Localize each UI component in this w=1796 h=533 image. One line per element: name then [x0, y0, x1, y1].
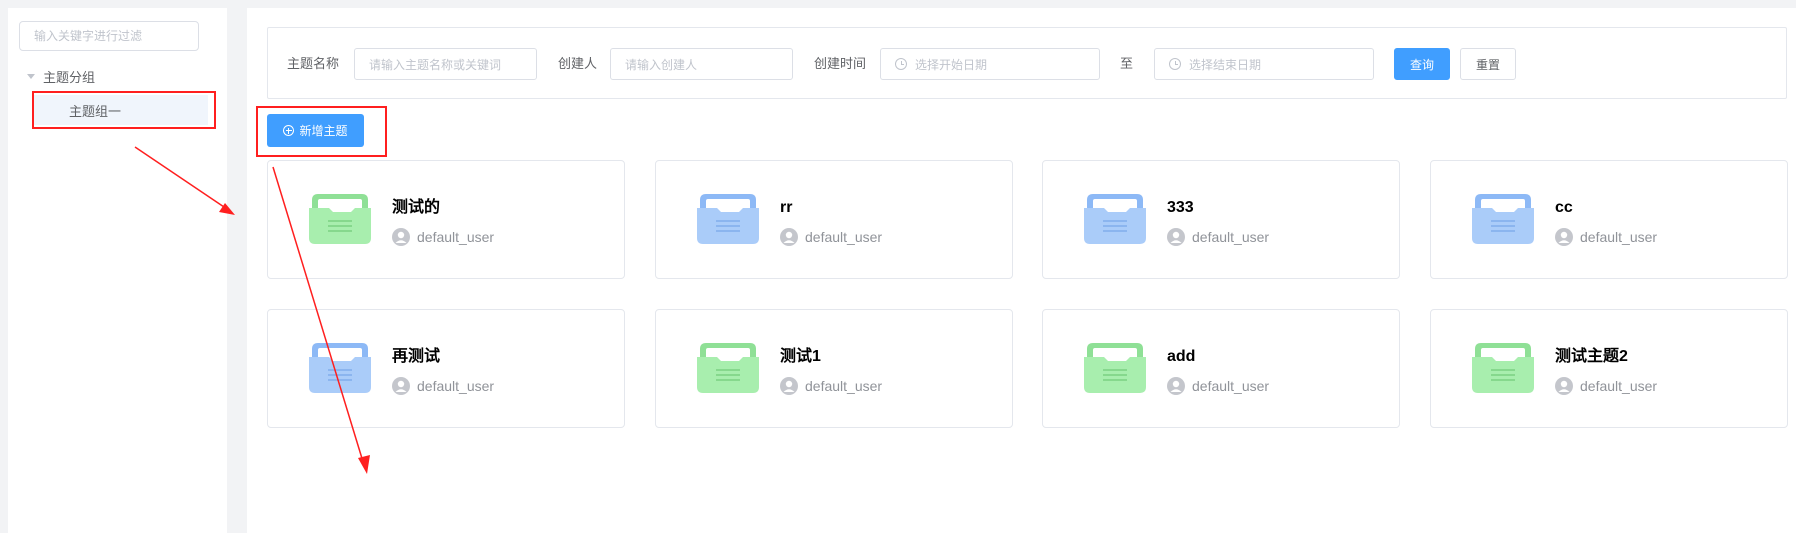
- topic-card-title: 再测试: [392, 348, 441, 365]
- folder-icon: [1084, 343, 1146, 393]
- topic-card[interactable]: 测试1 default_user: [655, 309, 1013, 428]
- tree-node-root[interactable]: 主题分组: [27, 68, 96, 85]
- creator-label: 创建人: [558, 56, 598, 71]
- topic-card-title: 测试的: [392, 199, 441, 216]
- folder-icon: [309, 194, 371, 244]
- topic-card[interactable]: 再测试 default_user: [267, 309, 625, 428]
- topic-card[interactable]: 测试主题2 default_user: [1430, 309, 1788, 428]
- query-button[interactable]: 查询: [1394, 48, 1450, 80]
- topic-card-creator-name: default_user: [1580, 378, 1658, 394]
- topic-card-creator-name: default_user: [1192, 378, 1270, 394]
- user-avatar-icon: [392, 228, 410, 246]
- topic-card[interactable]: 测试的 default_user: [267, 160, 625, 279]
- topic-card-creator: default_user: [780, 376, 882, 396]
- creator-placeholder: 请输入创建人: [625, 57, 698, 72]
- topic-card-title: cc: [1555, 199, 1573, 216]
- topic-card-creator: default_user: [392, 227, 494, 247]
- topic-card-creator: default_user: [1555, 227, 1657, 247]
- topic-card-creator-name: default_user: [417, 229, 495, 245]
- topic-card-creator-name: default_user: [417, 378, 495, 394]
- tree-node-child-label: 主题组一: [69, 103, 122, 119]
- reset-button[interactable]: 重置: [1460, 48, 1516, 80]
- topic-card-title: add: [1167, 348, 1196, 365]
- date-range-separator: 至: [1120, 56, 1134, 71]
- clock-icon: [895, 58, 907, 70]
- end-date-placeholder: 选择结束日期: [1189, 57, 1262, 72]
- start-date-picker[interactable]: 选择开始日期: [880, 48, 1100, 80]
- query-button-label: 查询: [1409, 57, 1434, 72]
- folder-icon: [1084, 194, 1146, 244]
- clock-icon: [1169, 58, 1181, 70]
- topic-card-title: 测试1: [780, 348, 821, 365]
- reset-button-label: 重置: [1475, 57, 1500, 72]
- folder-icon: [309, 343, 371, 393]
- tree-filter-input[interactable]: [19, 21, 199, 51]
- add-topic-button[interactable]: 新增主题: [267, 114, 364, 147]
- plus-circle-icon: [283, 125, 295, 136]
- topic-name-input[interactable]: 请输入主题名称或关键词: [354, 48, 537, 80]
- user-avatar-icon: [392, 377, 410, 395]
- sidebar: [8, 8, 227, 533]
- topic-card-creator-name: default_user: [1192, 229, 1270, 245]
- topic-card-creator-name: default_user: [805, 378, 883, 394]
- topic-card-creator: default_user: [780, 227, 882, 247]
- user-avatar-icon: [780, 377, 798, 395]
- tree-node-root-label: 主题分组: [43, 69, 96, 85]
- topic-card-creator-name: default_user: [805, 229, 883, 245]
- user-avatar-icon: [1555, 228, 1573, 246]
- caret-down-icon[interactable]: [27, 73, 35, 79]
- topic-card[interactable]: cc default_user: [1430, 160, 1788, 279]
- folder-icon: [1472, 343, 1534, 393]
- user-avatar-icon: [1167, 228, 1185, 246]
- topic-card-title: rr: [780, 199, 793, 216]
- topic-card[interactable]: 333 default_user: [1042, 160, 1400, 279]
- topic-name-placeholder: 请输入主题名称或关键词: [369, 57, 502, 72]
- start-date-placeholder: 选择开始日期: [915, 57, 988, 72]
- add-topic-label: 新增主题: [299, 124, 348, 138]
- end-date-picker[interactable]: 选择结束日期: [1154, 48, 1374, 80]
- topic-card-creator: default_user: [392, 376, 494, 396]
- topic-card-creator: default_user: [1555, 376, 1657, 396]
- topic-card-title: 测试主题2: [1555, 348, 1628, 365]
- creator-input[interactable]: 请输入创建人: [610, 48, 793, 80]
- folder-icon: [1472, 194, 1534, 244]
- create-time-label: 创建时间: [814, 56, 867, 71]
- topic-card-title: 333: [1167, 199, 1194, 216]
- topic-name-label: 主题名称: [287, 56, 340, 71]
- topic-card-creator: default_user: [1167, 376, 1269, 396]
- topic-card-creator-name: default_user: [1580, 229, 1658, 245]
- user-avatar-icon: [780, 228, 798, 246]
- user-avatar-icon: [1167, 377, 1185, 395]
- tree-node-child[interactable]: 主题组一: [32, 95, 208, 125]
- topic-card[interactable]: rr default_user: [655, 160, 1013, 279]
- topic-card[interactable]: add default_user: [1042, 309, 1400, 428]
- user-avatar-icon: [1555, 377, 1573, 395]
- folder-icon: [697, 194, 759, 244]
- topic-card-creator: default_user: [1167, 227, 1269, 247]
- folder-icon: [697, 343, 759, 393]
